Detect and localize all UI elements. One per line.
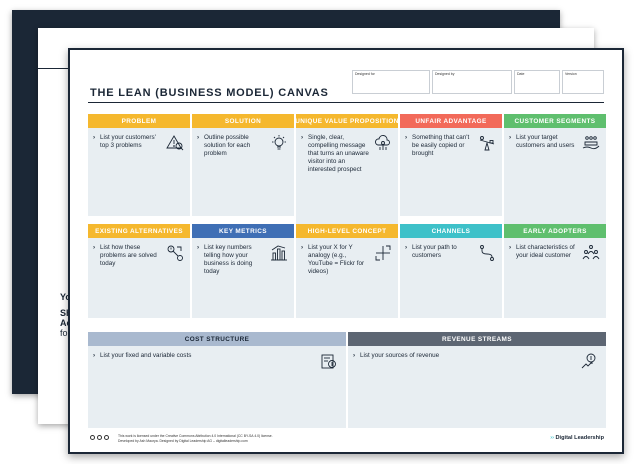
canvas-title: THE LEAN (BUSINESS MODEL) CANVAS: [90, 87, 329, 99]
channels-block[interactable]: CHANNELS List your path to customers: [400, 224, 502, 318]
revenue-streams-text: List your sources of revenue: [353, 352, 553, 360]
designed-for-field[interactable]: Designed for: [352, 70, 430, 94]
target-cloud-icon: [374, 134, 392, 152]
uvp-header: UNIQUE VALUE PROPOSITION: [295, 114, 398, 128]
revenue-icon: [580, 352, 598, 370]
problem-text: List your customers' top 3 problems: [93, 134, 163, 150]
people-hand-icon: [582, 134, 600, 152]
cc-license-icon: [90, 435, 95, 440]
cc-by-icon: [97, 435, 102, 440]
designed-for-label: Designed for: [355, 72, 375, 76]
mid-sheet-rule: [38, 68, 72, 69]
solution-text: Outline possible solution for each probl…: [197, 134, 267, 158]
early-adopters-text: List characteristics of your ideal custo…: [509, 244, 579, 260]
revenue-streams-block[interactable]: REVENUE STREAMS List your sources of rev…: [348, 332, 606, 428]
existing-alternatives-block[interactable]: EXISTING ALTERNATIVES List how these pro…: [88, 224, 190, 318]
early-adopters-header: EARLY ADOPTERS: [504, 224, 606, 238]
back-text-4: fo: [60, 328, 68, 338]
uvp-text: Single, clear, compelling message that t…: [301, 134, 371, 174]
route-icon: [478, 244, 496, 262]
high-level-concept-block[interactable]: HIGH-LEVEL CONCEPT List your X for Y ana…: [296, 224, 398, 318]
version-label: Version: [565, 72, 577, 76]
version-field[interactable]: Version: [562, 70, 604, 94]
existing-alternatives-text: List how these problems are solved today: [93, 244, 163, 268]
problem-block[interactable]: PROBLEM List your customers' top 3 probl…: [88, 114, 190, 216]
arrows-icon: [374, 244, 392, 262]
customer-segments-header: CUSTOMER SEGMENTS: [504, 114, 606, 128]
date-field[interactable]: Date: [514, 70, 560, 94]
existing-alternatives-header: EXISTING ALTERNATIVES: [88, 224, 190, 238]
unfair-advantage-block[interactable]: UNFAIR ADVANTAGE Something that can't be…: [400, 114, 502, 216]
lean-canvas-sheet: THE LEAN (BUSINESS MODEL) CANVAS Designe…: [68, 48, 624, 454]
key-metrics-block[interactable]: KEY METRICS List key numbers telling how…: [192, 224, 294, 318]
unfair-advantage-header: UNFAIR ADVANTAGE: [400, 114, 502, 128]
money-doc-icon: [320, 352, 338, 370]
alternatives-icon: [166, 244, 184, 262]
license-text: This work is licensed under the Creative…: [118, 434, 273, 438]
bar-chart-icon: [270, 244, 288, 262]
designed-by-label: Designed by: [435, 72, 455, 76]
key-metrics-text: List key numbers telling how your busine…: [197, 244, 267, 276]
lightbulb-icon: [270, 134, 288, 152]
cost-structure-text: List your fixed and variable costs: [93, 352, 293, 360]
digital-leadership-brand: ›› Digital Leadership: [550, 435, 604, 441]
revenue-streams-header: REVENUE STREAMS: [348, 332, 606, 346]
cost-structure-header: COST STRUCTURE: [88, 332, 346, 346]
key-metrics-header: KEY METRICS: [192, 224, 294, 238]
unfair-advantage-text: Something that can't be easily copied or…: [405, 134, 475, 158]
brand-text: Digital Leadership: [555, 435, 605, 441]
high-level-concept-header: HIGH-LEVEL CONCEPT: [296, 224, 398, 238]
high-level-concept-text: List your X for Y analogy (e.g., YouTube…: [301, 244, 371, 276]
channels-text: List your path to customers: [405, 244, 475, 260]
cc-sa-icon: [104, 435, 109, 440]
warning-search-icon: [166, 134, 184, 152]
cost-structure-block[interactable]: COST STRUCTURE List your fixed and varia…: [88, 332, 346, 428]
balance-icon: [478, 134, 496, 152]
date-label: Date: [517, 72, 525, 76]
problem-header: PROBLEM: [88, 114, 190, 128]
designed-by-field[interactable]: Designed by: [432, 70, 512, 94]
solution-header: SOLUTION: [192, 114, 294, 128]
title-divider: [88, 102, 604, 103]
customer-segments-text: List your target customers and users: [509, 134, 579, 150]
group-icon: [582, 244, 600, 262]
early-adopters-block[interactable]: EARLY ADOPTERS List characteristics of y…: [504, 224, 606, 318]
solution-block[interactable]: SOLUTION Outline possible solution for e…: [192, 114, 294, 216]
channels-header: CHANNELS: [400, 224, 502, 238]
credits-text: Developed by Ash Maurya. Designed by Dig…: [118, 439, 248, 443]
